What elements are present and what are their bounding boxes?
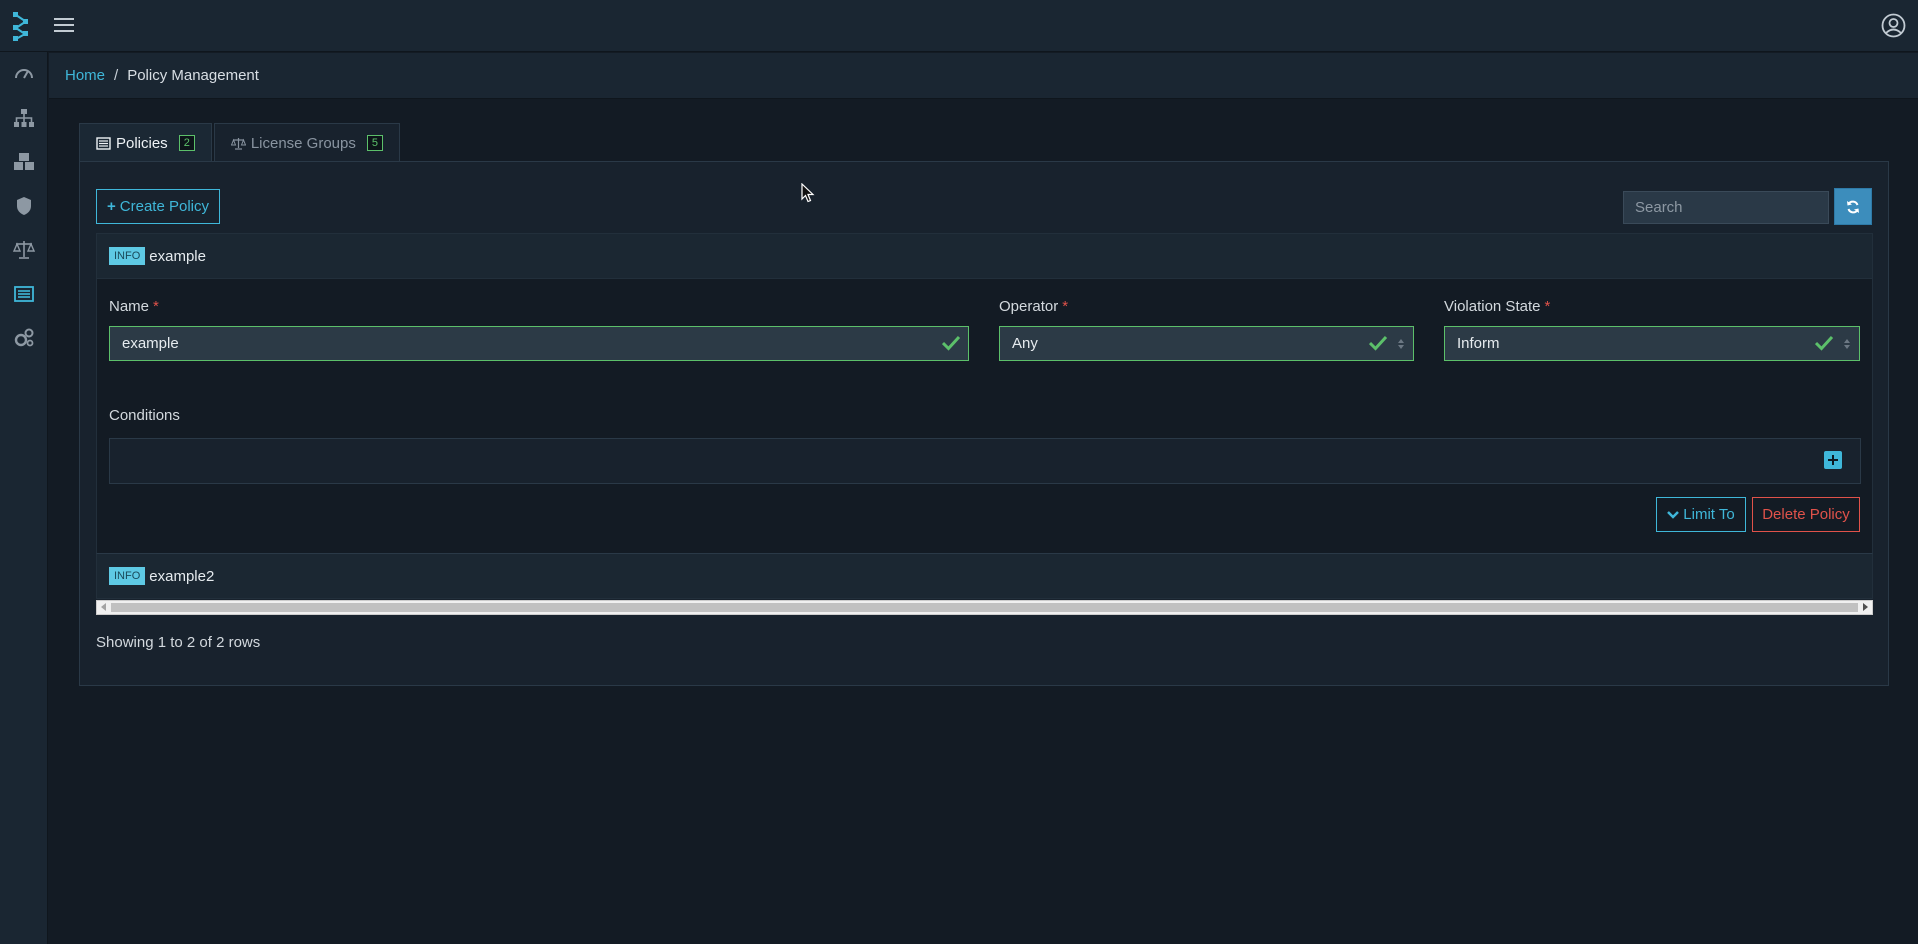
user-profile-icon[interactable] <box>1881 13 1906 38</box>
sidebar-item-dashboard[interactable] <box>0 52 48 96</box>
valid-check-icon <box>1369 335 1387 351</box>
violation-state-select-value: Inform <box>1457 335 1500 352</box>
sidebar-item-administration[interactable] <box>0 316 48 360</box>
sidebar-item-licenses[interactable] <box>0 228 48 272</box>
tab-policies-label: Policies <box>116 134 168 152</box>
breadcrumb-separator: / <box>114 67 119 84</box>
violation-state-badge: INFO <box>109 247 146 265</box>
tab-policies-count-badge: 2 <box>178 135 195 151</box>
tab-license-groups[interactable]: License Groups 5 <box>213 123 400 162</box>
breadcrumb-current: Policy Management <box>127 67 259 84</box>
top-navbar <box>0 0 1918 52</box>
balance-scale-icon <box>13 241 35 259</box>
operator-select-value: Any <box>1012 335 1038 352</box>
delete-policy-button[interactable]: Delete Policy <box>1752 497 1860 532</box>
name-field-label: Name * <box>109 298 159 315</box>
create-policy-label: Create Policy <box>119 198 209 215</box>
sidebar-item-vulnerabilities[interactable] <box>0 184 48 228</box>
sidebar-item-policy-management[interactable] <box>0 272 48 316</box>
list-alt-icon <box>96 136 111 150</box>
create-policy-button[interactable]: + Create Policy <box>96 189 220 224</box>
select-caret-icon <box>1398 339 1404 349</box>
operator-select[interactable]: Any <box>999 326 1414 361</box>
refresh-icon <box>1847 200 1859 213</box>
list-alt-icon <box>14 286 34 302</box>
scroll-left-arrow-icon[interactable] <box>101 603 106 611</box>
balance-scale-icon <box>230 137 246 150</box>
conditions-label: Conditions <box>109 407 180 424</box>
sidebar-item-components[interactable] <box>0 140 48 184</box>
tab-license-groups-label: License Groups <box>250 134 356 152</box>
required-marker: * <box>1544 298 1551 315</box>
policy-tabs: Policies 2 License Groups 5 <box>79 123 402 162</box>
policies-panel: + Create Policy INFO example Name* examp… <box>79 161 1889 686</box>
violation-state-field-label: Violation State * <box>1444 298 1550 315</box>
name-label-text: Name <box>109 298 150 315</box>
operator-label-text: Operator <box>999 298 1059 315</box>
name-input-value: example <box>122 335 179 352</box>
operator-field-label: Operator * <box>999 298 1068 315</box>
dependency-track-logo-icon[interactable] <box>10 10 36 42</box>
cogs-icon <box>14 328 34 347</box>
valid-check-icon <box>1815 335 1833 351</box>
violation-state-select[interactable]: Inform <box>1444 326 1860 361</box>
tab-policies[interactable]: Policies 2 <box>79 123 212 162</box>
sitemap-icon <box>14 109 34 127</box>
conditions-container <box>109 438 1861 484</box>
select-caret-icon <box>1844 339 1850 349</box>
violation-state-badge: INFO <box>109 567 146 585</box>
shield-icon <box>17 197 31 215</box>
tab-license-groups-count-badge: 5 <box>366 135 383 151</box>
scroll-right-arrow-icon[interactable] <box>1863 603 1868 611</box>
breadcrumb-home-link[interactable]: Home <box>65 67 105 84</box>
chevron-down-icon <box>1667 511 1680 519</box>
policy-name: example2 <box>149 567 215 585</box>
valid-check-icon <box>942 335 960 351</box>
policy-row[interactable]: INFO example <box>96 233 1873 279</box>
hamburger-menu-icon[interactable] <box>54 15 74 37</box>
add-condition-plus-icon[interactable] <box>1824 451 1842 469</box>
limit-to-label: Limit To <box>1683 506 1735 523</box>
required-marker: * <box>153 298 159 315</box>
dashboard-gauge-icon <box>15 69 33 79</box>
policy-row[interactable]: INFO example2 <box>96 553 1873 599</box>
policy-name: example <box>149 247 206 265</box>
policy-detail: Name * example Operator * Any Violation St… <box>96 279 1873 553</box>
limit-to-button[interactable]: Limit To <box>1656 497 1746 532</box>
required-marker: * <box>1062 298 1069 315</box>
scrollbar-thumb[interactable] <box>111 603 1858 612</box>
violation-label-text: Violation State <box>1444 298 1541 315</box>
sidebar-item-projects[interactable] <box>0 96 48 140</box>
plus-icon: + <box>107 198 116 215</box>
horizontal-scrollbar[interactable] <box>96 600 1873 615</box>
search-input[interactable] <box>1623 191 1829 224</box>
pagination-info: Showing 1 to 2 of 2 rows <box>96 634 261 651</box>
cubes-icon <box>14 153 34 170</box>
name-input[interactable]: example <box>109 326 969 361</box>
sidebar <box>0 52 48 944</box>
refresh-button[interactable] <box>1834 188 1872 225</box>
mouse-cursor-icon <box>801 183 815 203</box>
breadcrumb: Home / Policy Management <box>49 53 1918 99</box>
